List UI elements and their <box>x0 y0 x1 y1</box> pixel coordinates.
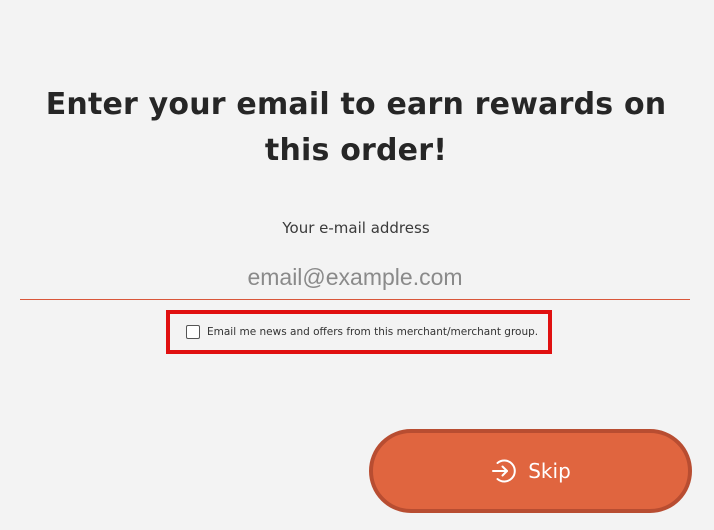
optin-label: Email me news and offers from this merch… <box>207 326 539 338</box>
email-field-label: Your e-mail address <box>282 219 430 237</box>
page-title: Enter your email to earn rewards on this… <box>45 87 667 168</box>
optin-highlight: Email me news and offers from this merch… <box>166 310 552 354</box>
skip-button[interactable]: Skip <box>369 429 692 513</box>
email-field[interactable] <box>20 256 690 300</box>
login-arrow-icon <box>490 457 518 485</box>
skip-button-label: Skip <box>528 459 571 483</box>
optin-checkbox[interactable] <box>186 325 200 339</box>
